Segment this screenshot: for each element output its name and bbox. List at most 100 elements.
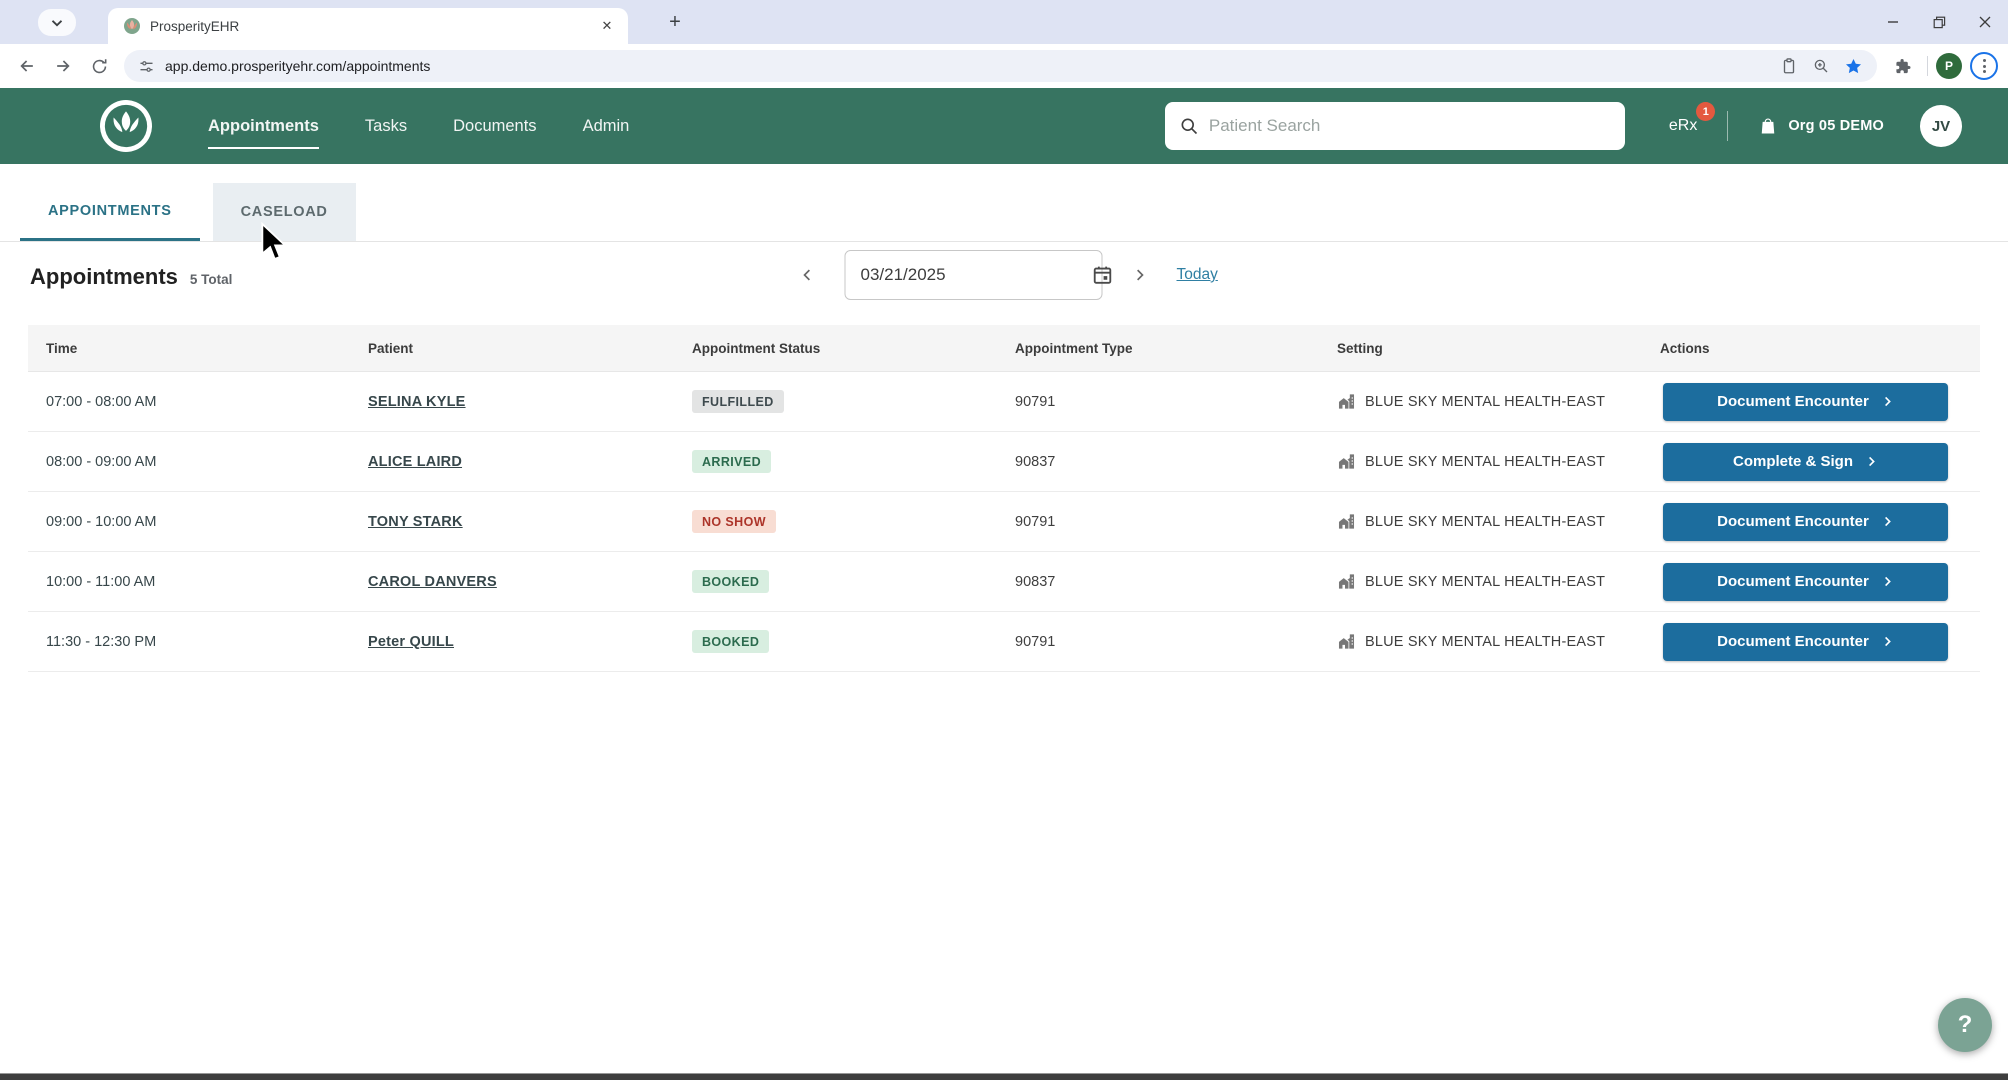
setting-cell: BLUE SKY MENTAL HEALTH-EAST [1319, 572, 1642, 591]
browser-toolbar: app.demo.prosperityehr.com/appointments … [0, 44, 2008, 88]
action-label: Document Encounter [1717, 513, 1869, 530]
appointment-time: 09:00 - 10:00 AM [28, 514, 350, 530]
three-dot-icon [1983, 59, 1986, 73]
new-tab-button[interactable]: + [664, 12, 686, 34]
toolbar-divider [1927, 56, 1928, 76]
date-field[interactable] [845, 250, 1103, 300]
appointment-type: 90837 [997, 574, 1319, 590]
browser-profile-avatar[interactable]: P [1936, 53, 1962, 79]
site-settings-icon[interactable] [138, 58, 155, 75]
action-button[interactable]: Document Encounter [1663, 563, 1948, 601]
nav-item-documents[interactable]: Documents [453, 117, 536, 136]
calendar-icon[interactable] [1092, 264, 1114, 286]
chevron-right-icon [1881, 575, 1894, 588]
setting-cell: BLUE SKY MENTAL HEALTH-EAST [1319, 392, 1642, 411]
url-text[interactable]: app.demo.prosperityehr.com/appointments [165, 58, 1770, 74]
previous-day-button[interactable] [799, 266, 817, 284]
status-badge: NO SHOW [692, 510, 776, 533]
nav-item-tasks[interactable]: Tasks [365, 117, 407, 136]
facility-icon [1337, 512, 1356, 531]
page-title: Appointments [30, 264, 178, 290]
column-header-time: Time [28, 341, 350, 356]
patient-link[interactable]: CAROL DANVERS [368, 574, 497, 590]
setting-cell: BLUE SKY MENTAL HEALTH-EAST [1319, 452, 1642, 471]
tab-appointments[interactable]: APPOINTMENTS [20, 183, 200, 241]
appointment-time: 11:30 - 12:30 PM [28, 634, 350, 650]
help-button[interactable]: ? [1938, 998, 1992, 1052]
shopping-bag-icon [1758, 116, 1778, 136]
appointment-type: 90791 [997, 634, 1319, 650]
tab-close-icon[interactable]: ✕ [598, 17, 616, 35]
tab-search-button[interactable] [38, 9, 76, 36]
erx-button[interactable]: eRx 1 [1669, 117, 1697, 135]
tab-caseload[interactable]: CASELOAD [213, 183, 356, 241]
window-minimize-button[interactable] [1870, 0, 1916, 44]
action-label: Document Encounter [1717, 573, 1869, 590]
action-button[interactable]: Complete & Sign [1663, 443, 1948, 481]
window-maximize-button[interactable] [1916, 0, 1962, 44]
patient-link[interactable]: ALICE LAIRD [368, 454, 462, 470]
org-selector[interactable]: Org 05 DEMO [1758, 116, 1884, 136]
today-link[interactable]: Today [1177, 266, 1218, 284]
setting-label: BLUE SKY MENTAL HEALTH-EAST [1365, 514, 1605, 530]
action-label: Document Encounter [1717, 633, 1869, 650]
patient-link[interactable]: SELINA KYLE [368, 394, 466, 410]
action-button[interactable]: Document Encounter [1663, 383, 1948, 421]
patient-link[interactable]: TONY STARK [368, 514, 463, 530]
appointment-type: 90791 [997, 514, 1319, 530]
action-button[interactable]: Document Encounter [1663, 503, 1948, 541]
table-header-row: Time Patient Appointment Status Appointm… [28, 325, 1980, 372]
date-input[interactable] [861, 265, 1082, 285]
chevron-right-icon [1865, 455, 1878, 468]
nav-item-appointments[interactable]: Appointments [208, 117, 319, 136]
table-row: 07:00 - 08:00 AM SELINA KYLE FULFILLED 9… [28, 372, 1980, 432]
erx-label: eRx [1669, 117, 1697, 134]
appointments-table: Time Patient Appointment Status Appointm… [28, 325, 1980, 672]
status-badge: ARRIVED [692, 450, 771, 473]
setting-label: BLUE SKY MENTAL HEALTH-EAST [1365, 454, 1605, 470]
table-row: 08:00 - 09:00 AM ALICE LAIRD ARRIVED 908… [28, 432, 1980, 492]
action-button[interactable]: Document Encounter [1663, 623, 1948, 661]
facility-icon [1337, 392, 1356, 411]
clipboard-icon[interactable] [1780, 57, 1798, 75]
table-row: 10:00 - 11:00 AM CAROL DANVERS BOOKED 90… [28, 552, 1980, 612]
taskbar-edge [0, 1073, 2008, 1080]
browser-tab[interactable]: ProsperityEHR ✕ [108, 8, 628, 44]
nav-item-admin[interactable]: Admin [583, 117, 630, 136]
appointment-type: 90837 [997, 454, 1319, 470]
zoom-icon[interactable] [1812, 57, 1830, 75]
browser-menu-button[interactable] [1970, 52, 1998, 80]
patient-search-box[interactable] [1165, 102, 1625, 150]
action-label: Complete & Sign [1733, 453, 1853, 470]
next-day-button[interactable] [1131, 266, 1149, 284]
chevron-down-icon [51, 19, 63, 27]
patient-search-input[interactable] [1209, 116, 1611, 136]
column-header-actions: Actions [1642, 341, 1980, 356]
user-avatar[interactable]: JV [1920, 105, 1962, 147]
back-button[interactable] [10, 49, 44, 83]
reload-button[interactable] [82, 49, 116, 83]
chevron-right-icon [1881, 515, 1894, 528]
appointment-time: 08:00 - 09:00 AM [28, 454, 350, 470]
date-navigation: Today [799, 250, 1218, 300]
bookmark-star-icon[interactable] [1844, 57, 1863, 76]
status-badge: FULFILLED [692, 390, 784, 413]
table-row: 11:30 - 12:30 PM Peter QUILL BOOKED 9079… [28, 612, 1980, 672]
window-close-button[interactable] [1962, 0, 2008, 44]
title-row: Appointments 5 Total Today [0, 242, 2008, 310]
chevron-right-icon [1881, 395, 1894, 408]
action-label: Document Encounter [1717, 393, 1869, 410]
page-tabs: APPOINTMENTS CASELOAD [0, 164, 2008, 242]
forward-button[interactable] [46, 49, 80, 83]
setting-label: BLUE SKY MENTAL HEALTH-EAST [1365, 574, 1605, 590]
prosperity-logo-icon[interactable] [100, 100, 152, 152]
facility-icon [1337, 632, 1356, 651]
column-header-status: Appointment Status [674, 341, 997, 356]
table-body: 07:00 - 08:00 AM SELINA KYLE FULFILLED 9… [28, 372, 1980, 672]
header-divider [1727, 111, 1728, 141]
appointment-time: 07:00 - 08:00 AM [28, 394, 350, 410]
patient-link[interactable]: Peter QUILL [368, 634, 454, 650]
extensions-icon[interactable] [1885, 49, 1919, 83]
window-controls [1870, 0, 2008, 44]
address-bar[interactable]: app.demo.prosperityehr.com/appointments [124, 50, 1877, 82]
